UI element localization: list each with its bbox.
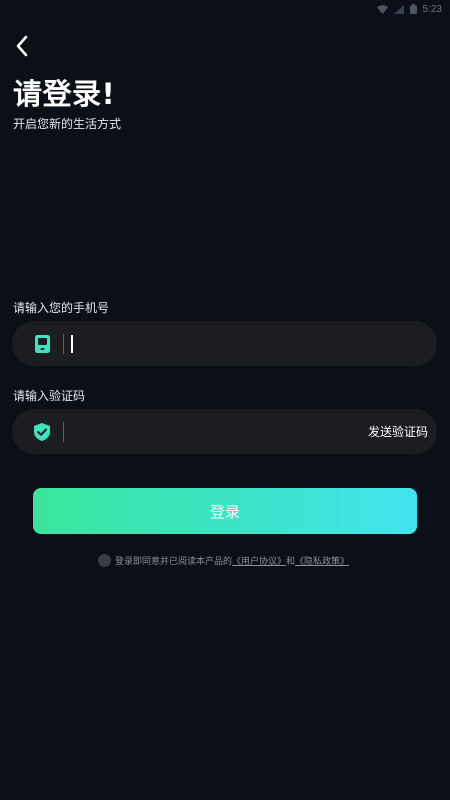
- agreement-conjunction: 和: [286, 557, 296, 567]
- privacy-policy-link[interactable]: 《隐私政策》: [295, 554, 349, 567]
- user-agreement-link[interactable]: 《用户协议》: [232, 554, 286, 567]
- page-subtitle: 开启您新的生活方式: [13, 117, 122, 131]
- agreement-checkbox[interactable]: [98, 554, 111, 567]
- back-button[interactable]: [8, 32, 36, 60]
- status-time: 5:23: [422, 3, 442, 15]
- signal-icon: [393, 4, 404, 14]
- status-bar: 5:23: [376, 0, 450, 18]
- phone-field[interactable]: [12, 320, 437, 367]
- phone-field-divider: [63, 333, 64, 354]
- shield-check-icon: [33, 422, 51, 441]
- phone-icon: [33, 334, 51, 353]
- code-field[interactable]: 发送验证码: [12, 408, 437, 455]
- agreement-row: 登录即同意并已阅读本产品的 《用户协议》 和 《隐私政策》: [98, 554, 349, 567]
- phone-label: 请输入您的手机号: [13, 301, 110, 315]
- agreement-text: 登录即同意并已阅读本产品的: [115, 557, 233, 567]
- send-code-button[interactable]: 发送验证码: [368, 423, 437, 440]
- code-label: 请输入验证码: [13, 389, 86, 403]
- phone-input[interactable]: [73, 320, 437, 367]
- chevron-left-icon: [16, 35, 28, 57]
- code-input[interactable]: [64, 408, 368, 455]
- wifi-icon: [376, 4, 388, 14]
- battery-icon: [409, 4, 417, 14]
- login-button[interactable]: 登录: [33, 488, 417, 534]
- page-title: 请登录!: [13, 77, 116, 111]
